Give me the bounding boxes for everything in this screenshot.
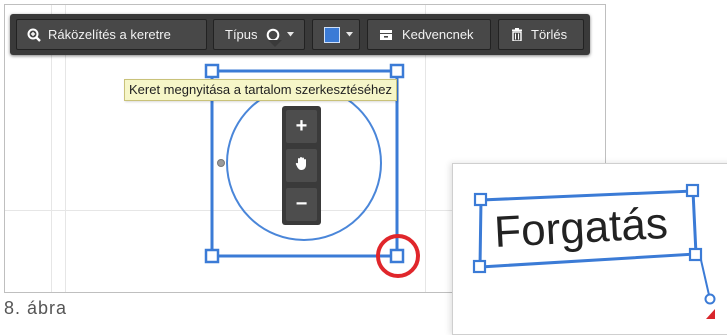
resize-handle-bottom-left[interactable] xyxy=(204,248,220,264)
zoom-to-frame-button[interactable]: Ráközelítés a keretre xyxy=(16,19,207,50)
chevron-down-icon xyxy=(286,32,294,37)
resize-handle-bottom-right[interactable] xyxy=(389,248,405,264)
red-arrow-icon xyxy=(706,309,715,319)
color-swatch-icon xyxy=(324,26,340,43)
rotated-text: Forgatás xyxy=(493,198,669,257)
zoom-to-frame-label: Ráközelítés a keretre xyxy=(48,27,171,42)
rotate-handle-stem xyxy=(700,259,710,296)
chevron-down-icon xyxy=(346,32,353,37)
zoom-in-icon xyxy=(27,28,41,42)
anchor-dot[interactable] xyxy=(217,159,225,167)
type-label: Típus xyxy=(225,27,258,42)
drawer-icon xyxy=(379,29,393,41)
type-dropdown[interactable]: Típus xyxy=(213,19,305,50)
favorite-label: Kedvencnek xyxy=(402,27,474,42)
pan-hand-button[interactable] xyxy=(286,149,317,182)
color-dropdown[interactable] xyxy=(312,19,360,50)
resize-handle-top-left[interactable] xyxy=(473,192,488,207)
tooltip: Keret megnyitása a tartalom szerkesztésé… xyxy=(124,79,398,101)
favorite-button[interactable]: Kedvencnek xyxy=(367,19,491,50)
figure-caption: 8. ábra xyxy=(4,298,68,318)
resize-handle-top-right[interactable] xyxy=(389,63,405,79)
delete-button[interactable]: Törlés xyxy=(498,19,584,50)
resize-handle-bottom-left[interactable] xyxy=(472,259,487,274)
zoom-out-button[interactable]: − xyxy=(286,188,317,221)
resize-handle-top-left[interactable] xyxy=(204,63,220,79)
resize-handle-bottom-right[interactable] xyxy=(688,247,703,262)
frame-toolbar: Ráközelítés a keretre Típus Kedvencnek T… xyxy=(10,14,590,55)
rotate-handle[interactable] xyxy=(704,293,716,305)
delete-label: Törlés xyxy=(531,27,568,42)
trash-icon xyxy=(511,28,523,41)
rotate-inset: Forgatás xyxy=(452,163,727,335)
toolbar-pointer xyxy=(268,40,282,47)
hand-icon xyxy=(295,154,309,177)
zoom-control: + − xyxy=(282,106,321,225)
zoom-in-button[interactable]: + xyxy=(286,110,317,143)
resize-handle-top-right[interactable] xyxy=(685,183,700,198)
